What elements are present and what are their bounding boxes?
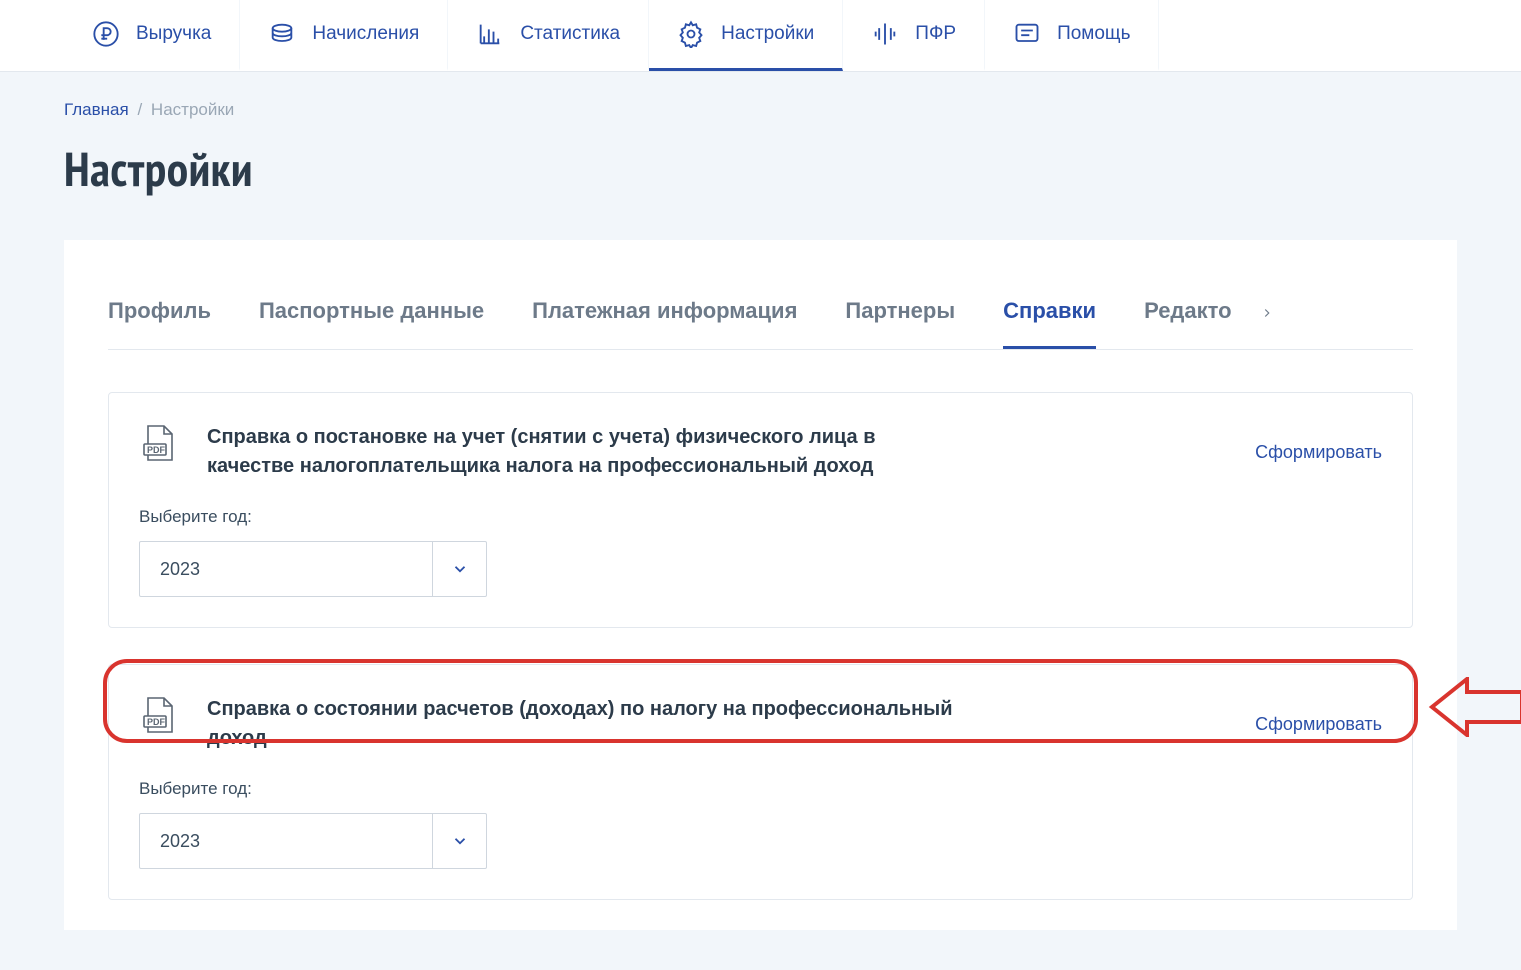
certificate-registration-block: PDF Справка о постановке на учет (снятии… bbox=[108, 392, 1413, 628]
doc-title: Справка о постановке на учет (снятии с у… bbox=[207, 423, 967, 481]
ruble-circle-icon bbox=[92, 20, 120, 48]
tab-passport[interactable]: Паспортные данные bbox=[259, 298, 484, 349]
doc-title: Справка о состоянии расчетов (доходах) п… bbox=[207, 695, 967, 753]
chevron-down-icon bbox=[451, 560, 469, 578]
year-select-toggle[interactable] bbox=[432, 814, 486, 868]
nav-pfr[interactable]: ПФР bbox=[843, 0, 985, 71]
svg-text:PDF: PDF bbox=[147, 445, 166, 455]
doc-header: PDF Справка о постановке на учет (снятии… bbox=[139, 423, 1382, 481]
bar-chart-icon bbox=[476, 20, 504, 48]
tab-editor[interactable]: Редакто bbox=[1144, 298, 1232, 349]
coins-icon bbox=[268, 20, 296, 48]
year-select-toggle[interactable] bbox=[432, 542, 486, 596]
page-title: Настройки bbox=[64, 138, 1457, 200]
chevron-right-icon[interactable] bbox=[1260, 306, 1274, 320]
generate-button[interactable]: Сформировать bbox=[1255, 442, 1382, 463]
year-select[interactable]: 2023 bbox=[139, 813, 487, 869]
certificate-income-block: PDF Справка о состоянии расчетов (дохода… bbox=[108, 664, 1413, 900]
pdf-file-icon: PDF bbox=[139, 423, 179, 463]
nav-label: Начисления bbox=[312, 23, 419, 45]
year-select-label: Выберите год: bbox=[139, 779, 1382, 799]
generate-button[interactable]: Сформировать bbox=[1255, 714, 1382, 735]
year-select[interactable]: 2023 bbox=[139, 541, 487, 597]
nav-label: Настройки bbox=[721, 23, 814, 45]
settings-card: Профиль Паспортные данные Платежная инфо… bbox=[64, 240, 1457, 930]
tab-payment[interactable]: Платежная информация bbox=[532, 298, 797, 349]
nav-label: Статистика bbox=[520, 23, 620, 45]
gear-icon bbox=[677, 20, 705, 48]
nav-help[interactable]: Помощь bbox=[985, 0, 1159, 71]
nav-statistics[interactable]: Статистика bbox=[448, 0, 649, 71]
breadcrumb: Главная / Настройки bbox=[64, 100, 1457, 120]
tab-certificates[interactable]: Справки bbox=[1003, 298, 1096, 349]
arrow-annotation bbox=[1427, 677, 1521, 742]
nav-label: ПФР bbox=[915, 23, 956, 45]
nav-accruals[interactable]: Начисления bbox=[240, 0, 448, 71]
breadcrumb-current: Настройки bbox=[151, 100, 234, 119]
svg-text:PDF: PDF bbox=[147, 717, 166, 727]
nav-revenue[interactable]: Выручка bbox=[64, 0, 240, 71]
chat-icon bbox=[1013, 20, 1041, 48]
pfr-icon bbox=[871, 20, 899, 48]
doc-header: PDF Справка о состоянии расчетов (дохода… bbox=[139, 695, 1382, 753]
tab-profile[interactable]: Профиль bbox=[108, 298, 211, 349]
breadcrumb-root-link[interactable]: Главная bbox=[64, 100, 129, 119]
breadcrumb-separator: / bbox=[137, 100, 142, 119]
nav-label: Выручка bbox=[136, 23, 211, 45]
tab-partners[interactable]: Партнеры bbox=[845, 298, 955, 349]
chevron-down-icon bbox=[451, 832, 469, 850]
settings-tabs: Профиль Паспортные данные Платежная инфо… bbox=[108, 298, 1413, 350]
year-select-label: Выберите год: bbox=[139, 507, 1382, 527]
top-nav: Выручка Начисления Статистика Настройки … bbox=[0, 0, 1521, 72]
nav-label: Помощь bbox=[1057, 23, 1130, 45]
year-select-value: 2023 bbox=[140, 831, 432, 852]
pdf-file-icon: PDF bbox=[139, 695, 179, 735]
nav-settings[interactable]: Настройки bbox=[649, 0, 843, 71]
year-select-value: 2023 bbox=[140, 559, 432, 580]
